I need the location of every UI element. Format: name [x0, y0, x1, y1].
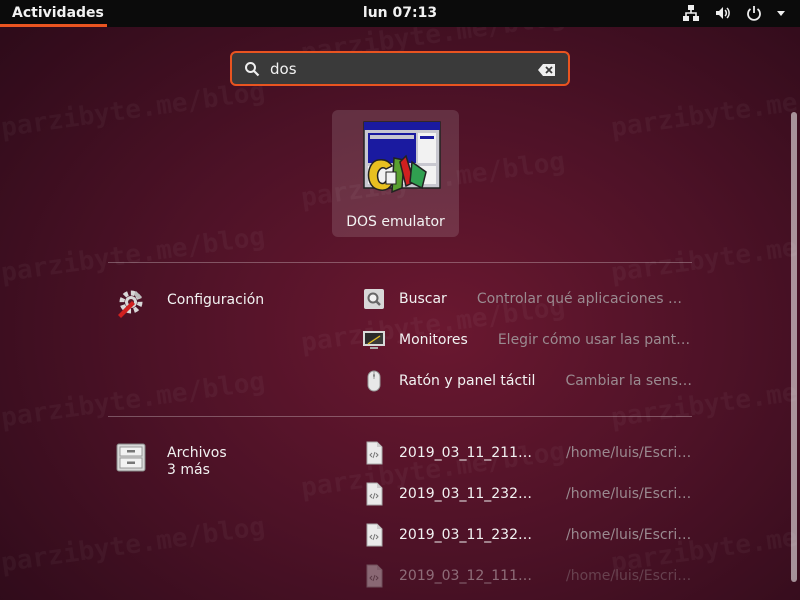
settings-result-raton[interactable]: Ratón y panel táctil Cambiar la sensibil… [362, 366, 692, 396]
search-input[interactable] [270, 59, 520, 79]
result-name: 2019_03_11_211… [399, 445, 532, 461]
result-name: 2019_03_11_232… [399, 486, 532, 502]
provider-name: Archivos [167, 445, 227, 461]
html-file-icon [366, 523, 383, 547]
search-icon [244, 61, 260, 81]
html-file-icon [366, 441, 383, 465]
provider-settings[interactable]: Configuración [114, 285, 264, 319]
result-name: 2019_03_11_232… [399, 527, 532, 543]
watermark: parzibyte.me/blog [0, 222, 267, 289]
provider-name: Configuración [167, 292, 265, 308]
result-path: /home/luis/Escritorio [565, 445, 692, 461]
result-name: Ratón y panel táctil [399, 373, 536, 389]
file-result[interactable]: 2019_03_11_211… /home/luis/Escritorio [362, 438, 692, 468]
result-path: /home/luis/Escritorio [565, 486, 692, 502]
activities-button[interactable]: Actividades [12, 5, 104, 21]
search-box[interactable] [230, 51, 570, 86]
dos-emulator-icon [363, 121, 441, 194]
html-file-icon [366, 564, 383, 588]
backspace-clear-icon[interactable] [538, 62, 556, 81]
chevron-down-icon[interactable] [776, 8, 786, 18]
result-name: 2019_03_12_111… [399, 568, 532, 584]
file-cabinet-icon [116, 443, 146, 472]
activities-indicator [0, 24, 107, 27]
scrollbar[interactable] [791, 112, 797, 582]
result-name: Buscar [399, 291, 447, 307]
watermark: parzibyte.me/blog [609, 222, 800, 289]
app-label: DOS emulator [346, 214, 445, 230]
top-bar: Actividades lun 07:13 [0, 0, 800, 27]
file-result[interactable]: 2019_03_11_232… /home/luis/Escritorio [362, 520, 692, 550]
network-wired-icon[interactable] [682, 4, 700, 22]
file-result[interactable]: 2019_03_11_232… /home/luis/Escritorio [362, 479, 692, 509]
volume-icon[interactable] [714, 4, 732, 22]
result-description: Elegir cómo usar las pantallas [497, 332, 692, 348]
mouse-icon [367, 370, 381, 392]
system-tray[interactable] [682, 4, 786, 22]
watermark: parzibyte.me/blog [0, 367, 267, 434]
result-description: Cambiar la sensibilidad del ratón [565, 373, 692, 389]
settings-result-buscar[interactable]: Buscar Controlar qué aplicaciones muestr… [362, 284, 692, 314]
watermark: parzibyte.me/blog [609, 77, 800, 144]
settings-result-monitores[interactable]: Monitores Elegir cómo usar las pantallas [362, 325, 692, 355]
power-icon[interactable] [746, 5, 762, 21]
app-result-dos-emulator[interactable]: DOS emulator [332, 110, 459, 237]
html-file-icon [366, 482, 383, 506]
result-name: Monitores [399, 332, 468, 348]
file-result[interactable]: 2019_03_12_111… /home/luis/Escritorio [362, 561, 692, 591]
settings-tools-icon [118, 290, 143, 318]
result-path: /home/luis/Escritorio [565, 568, 692, 584]
watermark: parzibyte.me/blog [0, 512, 267, 579]
watermark: parzibyte.me/blog [0, 77, 267, 144]
clock-button[interactable]: lun 07:13 [363, 5, 437, 21]
display-icon [363, 331, 385, 349]
provider-files[interactable]: Archivos 3 más [114, 440, 227, 479]
separator [108, 262, 692, 263]
separator [108, 416, 692, 417]
search-settings-icon [364, 289, 384, 309]
result-description: Controlar qué aplicaciones muestran resu… [476, 291, 692, 307]
provider-more-count[interactable]: 3 más [167, 462, 227, 479]
result-path: /home/luis/Escritorio [565, 527, 692, 543]
